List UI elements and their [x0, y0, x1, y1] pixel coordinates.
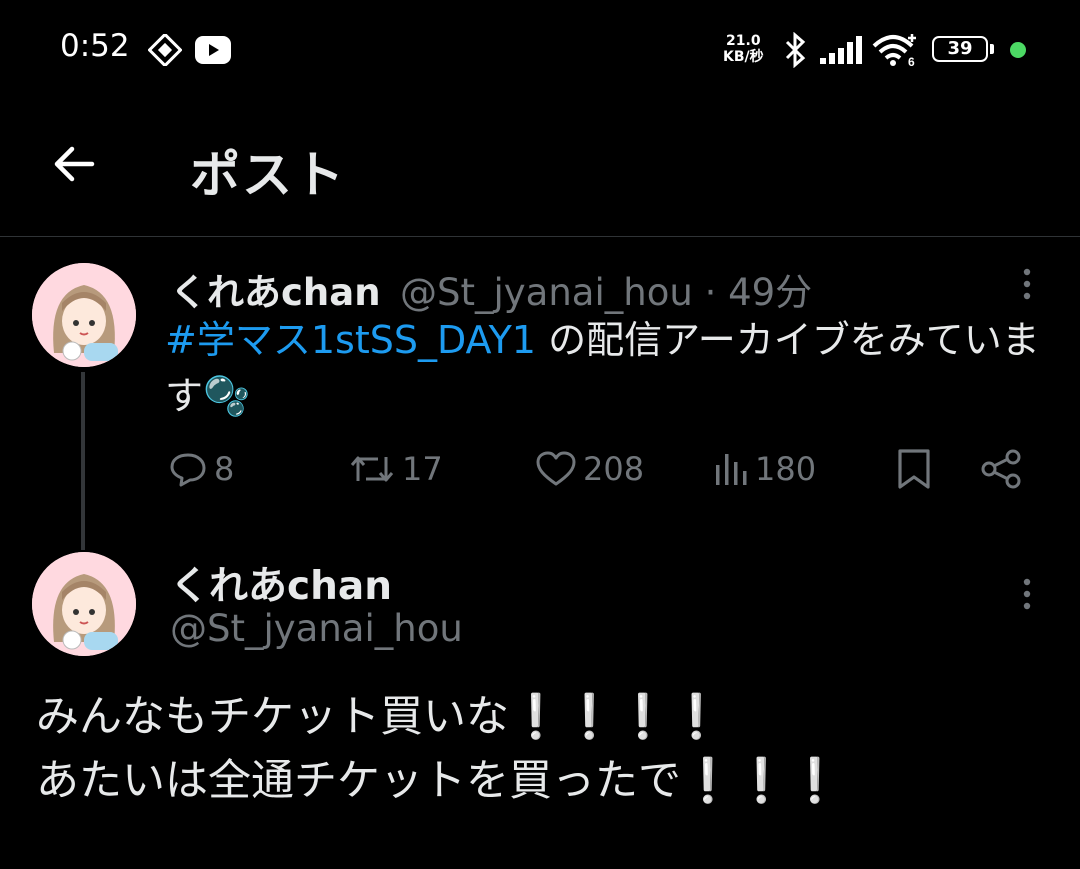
avatar-illustration [32, 263, 136, 367]
notification-app-icon [148, 34, 182, 66]
more-options-icon[interactable] [1020, 266, 1034, 302]
repost-icon [350, 456, 394, 482]
more-options-icon[interactable] [1020, 576, 1034, 612]
post-text: みんなもチケット買いな❕❕❕❕ あたいは全通チケットを買ったで❕❕❕ [36, 692, 842, 806]
meta-separator: · [704, 271, 717, 314]
youtube-icon [195, 36, 231, 64]
views-button[interactable]: 180 [713, 446, 816, 492]
back-arrow-icon[interactable] [50, 140, 98, 188]
reply-count: 8 [214, 450, 235, 488]
privacy-indicator-dot [1010, 42, 1026, 58]
post-author-name[interactable]: くれあchan [170, 555, 392, 611]
battery-tip [990, 44, 994, 54]
thread-connector-line [81, 372, 85, 550]
page-title: ポスト [190, 146, 346, 204]
avatar-illustration [32, 552, 136, 656]
post-meta: @St_jyanai_hou · 49分 [400, 262, 812, 316]
wifi-sub-label: 6 [908, 55, 915, 68]
post-author-handle[interactable]: @St_jyanai_hou [400, 271, 693, 314]
battery-indicator: 39 [932, 36, 988, 62]
hashtag-link[interactable]: #学マス1stSS_DAY1 [165, 318, 536, 362]
share-icon[interactable] [980, 448, 1024, 490]
view-count: 180 [755, 450, 817, 488]
signal-icon [820, 36, 862, 64]
views-chart-icon [716, 454, 747, 485]
network-speed-value: 21.0 [726, 33, 761, 49]
repost-button[interactable]: 17 [348, 446, 443, 492]
heart-icon [536, 451, 576, 486]
reply-icon [170, 453, 206, 487]
network-speed-unit: KB/秒 [723, 49, 764, 65]
bookmark-icon[interactable] [895, 448, 933, 490]
repost-count: 17 [402, 450, 443, 488]
post-timestamp[interactable]: 49分 [728, 271, 812, 314]
network-speed: 21.0 KB/秒 [723, 33, 764, 65]
post-author-name[interactable]: くれあchan [170, 262, 381, 316]
post-author-handle[interactable]: @St_jyanai_hou [170, 607, 463, 650]
like-count: 208 [583, 450, 645, 488]
bubbles-emoji: 🫧 [203, 374, 251, 418]
wifi-icon: 6 [872, 34, 916, 68]
header-divider [0, 236, 1080, 237]
reply-button[interactable]: 8 [168, 446, 234, 492]
post-text: #学マス1stSS_DAY1 の配信アーカイブをみています🫧 [165, 312, 1055, 424]
status-time: 0:52 [60, 28, 130, 64]
like-button[interactable]: 208 [535, 446, 644, 492]
bluetooth-icon [785, 32, 806, 68]
avatar[interactable] [32, 263, 136, 367]
avatar[interactable] [32, 552, 136, 656]
